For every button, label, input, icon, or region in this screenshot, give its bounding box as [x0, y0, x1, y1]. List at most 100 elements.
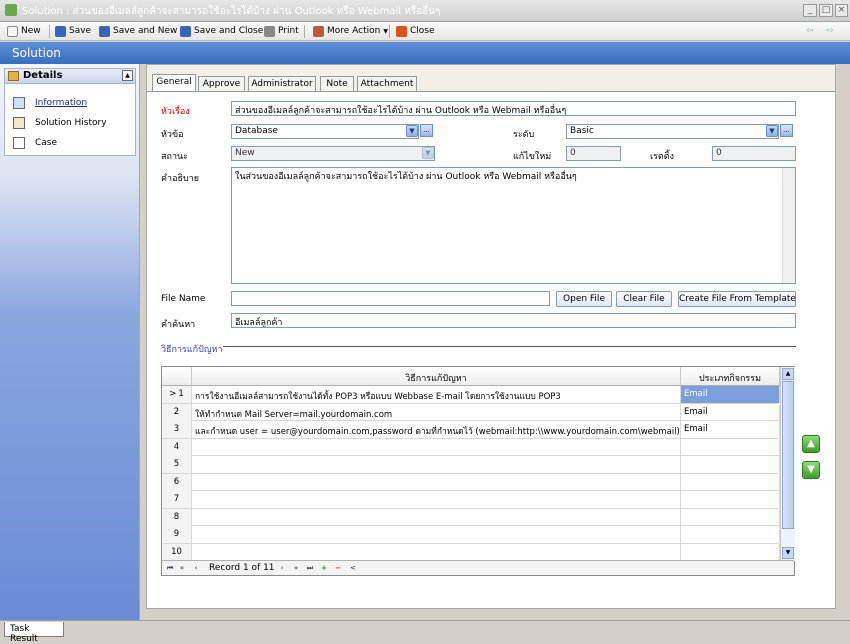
sidebar-item-solution-history[interactable]: Solution History: [13, 116, 107, 130]
status-dropdown-arrow[interactable]: ▼: [422, 147, 434, 159]
subject-field[interactable]: ส่วนของอีเมลล์ลูกค้าจะสามารถใช้อะไรได้บ้…: [231, 101, 796, 116]
scroll-left-icon[interactable]: <: [348, 563, 358, 573]
scroll-thumb[interactable]: [782, 381, 794, 529]
details-header[interactable]: Details ▲: [5, 69, 135, 84]
topic-dropdown-arrow[interactable]: ▼: [406, 125, 418, 137]
more-action-button[interactable]: More Action ▼: [313, 23, 388, 39]
solution-cell[interactable]: [192, 456, 681, 473]
table-row[interactable]: 2 ให้ทำกำหนด Mail Server=mail.yourdomain.…: [162, 403, 780, 421]
scroll-up-icon[interactable]: ▲: [782, 368, 794, 380]
sidebar-item-case[interactable]: Case: [13, 136, 57, 150]
status-value: New: [235, 148, 255, 158]
row-number: >1: [162, 386, 192, 403]
description-textarea[interactable]: ในส่วนของอีเมลล์ลูกค้าจะสามารถใช้อะไรได้…: [231, 167, 796, 284]
grid-header-activity-type[interactable]: ประเภทกิจกรรม: [681, 367, 780, 386]
topic-ellipsis-button[interactable]: ...: [420, 124, 433, 137]
new-button[interactable]: New: [7, 23, 41, 39]
sidebar-item-information[interactable]: Information: [13, 96, 87, 110]
activity-type-cell[interactable]: Email: [681, 421, 780, 438]
tab-administrator[interactable]: Administrator: [248, 76, 316, 92]
solution-cell[interactable]: การใช้งานอีเมลล์สามารถใช้งานได้ทั้ง POP3…: [192, 386, 681, 403]
forward-button[interactable]: ⇨: [826, 23, 834, 39]
solution-cell[interactable]: [192, 491, 681, 508]
topic-label: หัวข้อ: [161, 130, 184, 140]
activity-type-cell[interactable]: [681, 438, 780, 456]
activity-type-cell[interactable]: Email: [681, 386, 780, 403]
close-label: Close: [410, 26, 435, 36]
solution-cell[interactable]: [192, 508, 681, 526]
move-up-button[interactable]: ▲: [802, 435, 820, 453]
table-row[interactable]: >1 การใช้งานอีเมลล์สามารถใช้งานได้ทั้ง PO…: [162, 386, 780, 404]
back-button[interactable]: ⇦: [806, 23, 814, 39]
grid-header-solution[interactable]: วิธีการแก้ปัญหา: [192, 367, 681, 386]
print-button[interactable]: Print: [264, 23, 299, 39]
tab-note[interactable]: Note: [320, 76, 354, 92]
activity-type-cell[interactable]: [681, 491, 780, 508]
status-select[interactable]: New: [231, 146, 435, 161]
case-icon: [13, 137, 25, 149]
topic-select[interactable]: Database: [231, 124, 419, 139]
status-label: สถานะ: [161, 152, 188, 162]
status-bar: Task Result: [0, 620, 850, 644]
row-number: 6: [162, 473, 192, 491]
description-scrollbar[interactable]: [782, 168, 795, 283]
table-row[interactable]: 4: [162, 438, 780, 456]
save-and-new-button[interactable]: Save and New: [99, 23, 177, 39]
scroll-down-icon[interactable]: ▼: [782, 547, 794, 559]
keyword-field[interactable]: อีเมลล์ลูกค้า: [231, 313, 796, 328]
add-record-icon[interactable]: +: [319, 563, 329, 573]
tab-approve[interactable]: Approve: [198, 76, 245, 92]
tab-attachment[interactable]: Attachment: [357, 76, 417, 92]
activity-type-cell[interactable]: [681, 543, 780, 561]
row-number: 10: [162, 543, 192, 561]
table-row[interactable]: 6: [162, 473, 780, 491]
file-name-field[interactable]: [231, 291, 550, 306]
table-row[interactable]: 5: [162, 456, 780, 474]
solution-cell[interactable]: [192, 473, 681, 491]
activity-type-cell[interactable]: [681, 456, 780, 473]
first-record-icon[interactable]: ⏮: [165, 563, 175, 573]
save-button[interactable]: Save: [55, 23, 91, 39]
main-content: General Approve Administrator Note Attac…: [146, 64, 836, 609]
activity-type-cell[interactable]: [681, 508, 780, 526]
solution-cell[interactable]: และกำหนด user = user@yourdomain.com,pass…: [192, 421, 681, 438]
printer-icon: [264, 25, 275, 37]
level-value: Basic: [570, 126, 594, 136]
maximize-button[interactable]: □: [819, 4, 833, 17]
table-row[interactable]: 8: [162, 508, 780, 526]
prev-record-icon[interactable]: ‹: [191, 563, 201, 573]
grid-vertical-scrollbar[interactable]: ▲ ▼: [780, 367, 795, 561]
open-file-button[interactable]: Open File: [556, 291, 612, 307]
activity-type-cell[interactable]: [681, 473, 780, 491]
level-ellipsis-button[interactable]: ...: [780, 124, 793, 137]
delete-record-icon[interactable]: −: [333, 563, 343, 573]
next-record-icon[interactable]: ›: [277, 563, 287, 573]
task-result-tab[interactable]: Task Result: [4, 622, 64, 644]
row-number: 9: [162, 526, 192, 543]
next-page-icon[interactable]: »: [291, 563, 301, 573]
table-row[interactable]: 3 และกำหนด user = user@yourdomain.com,pas…: [162, 421, 780, 439]
activity-type-cell[interactable]: [681, 526, 780, 543]
minimize-button[interactable]: _: [803, 4, 817, 17]
collapse-icon[interactable]: ▲: [122, 70, 133, 81]
prev-page-icon[interactable]: «: [177, 563, 187, 573]
table-row[interactable]: 10: [162, 543, 780, 561]
table-row[interactable]: 7: [162, 491, 780, 509]
row-number: 4: [162, 438, 192, 456]
level-select[interactable]: Basic: [566, 124, 779, 139]
window-title: Solution : ส่วนของอีเมลล์ลูกค้าจะสามารถใ…: [22, 6, 441, 17]
level-dropdown-arrow[interactable]: ▼: [766, 125, 778, 137]
create-template-button[interactable]: Create File From Template: [678, 291, 796, 307]
table-row[interactable]: 9: [162, 526, 780, 544]
solution-cell[interactable]: [192, 526, 681, 543]
activity-type-cell[interactable]: Email: [681, 403, 780, 421]
last-record-icon[interactable]: ⏭: [305, 563, 315, 573]
close-button[interactable]: Close: [396, 23, 435, 39]
close-window-button[interactable]: ×: [835, 4, 848, 17]
solution-cell[interactable]: ให้ทำกำหนด Mail Server=mail.yourdomain.c…: [192, 403, 681, 421]
move-down-button[interactable]: ▼: [802, 461, 820, 479]
solution-cell[interactable]: [192, 438, 681, 456]
save-and-close-button[interactable]: Save and Close: [180, 23, 263, 39]
clear-file-button[interactable]: Clear File: [616, 291, 672, 307]
solution-cell[interactable]: [192, 543, 681, 561]
